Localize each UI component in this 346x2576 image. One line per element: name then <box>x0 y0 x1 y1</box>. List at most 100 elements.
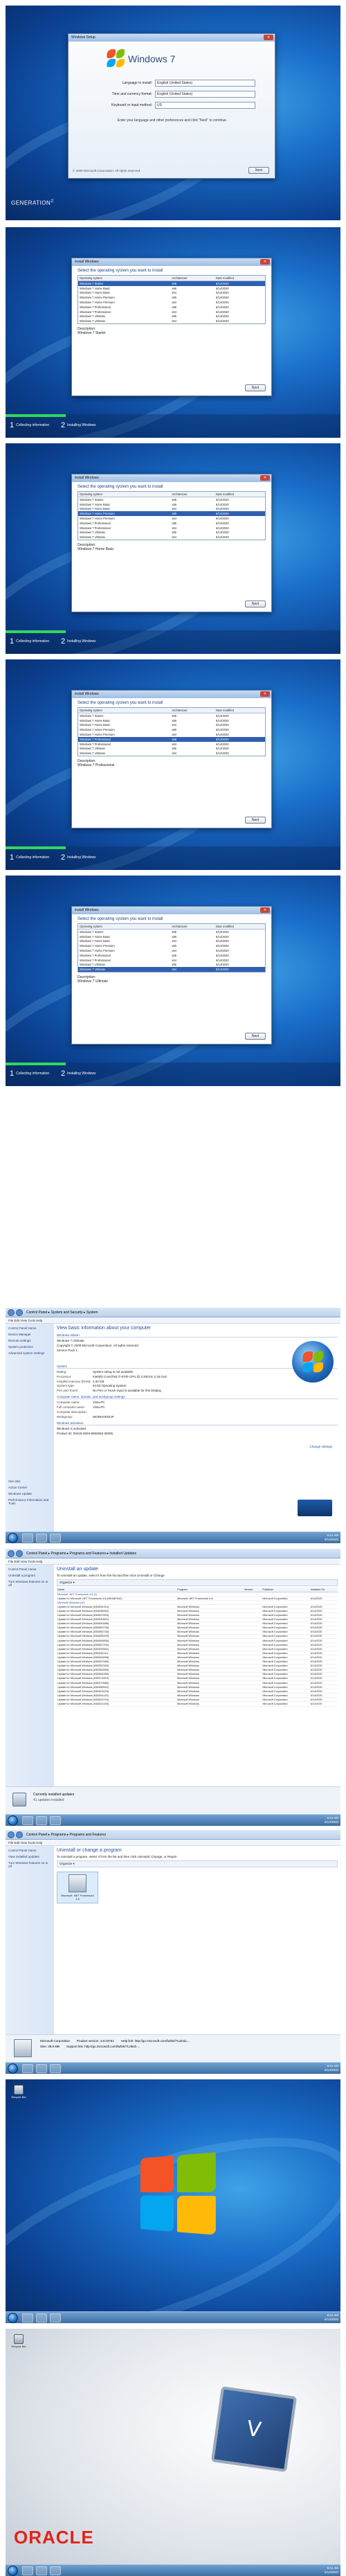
left-link[interactable]: Control Panel Home <box>8 1849 51 1852</box>
os-row[interactable]: Windows 7 Home Premium x86 6/14/2020 <box>78 943 266 948</box>
os-row[interactable]: Windows 7 Home Basic x64 6/14/2020 <box>78 291 266 296</box>
media-taskbar-icon[interactable] <box>50 1534 61 1543</box>
next-button[interactable]: Next <box>245 601 266 607</box>
address-bar[interactable]: Control Panel ▸ System and Security ▸ Sy… <box>6 1308 340 1317</box>
back-button[interactable] <box>8 1309 15 1316</box>
left-link[interactable]: Control Panel Home <box>8 1326 51 1330</box>
forward-button[interactable] <box>16 1309 23 1316</box>
os-row[interactable]: Windows 7 Professional x86 6/14/2020 <box>78 305 266 310</box>
ie-taskbar-icon[interactable] <box>22 1816 33 1825</box>
address-bar[interactable]: Control Panel ▸ Programs ▸ Programs and … <box>6 1830 340 1840</box>
back-button[interactable] <box>8 1550 15 1557</box>
left-link[interactable]: System protection <box>8 1345 51 1349</box>
os-row[interactable]: Windows 7 Professional x64 6/14/2020 <box>78 310 266 314</box>
explorer-taskbar-icon[interactable] <box>36 1534 47 1543</box>
os-row[interactable]: Windows 7 Ultimate x64 6/14/2020 <box>78 751 266 756</box>
recycle-bin-icon[interactable]: Recycle Bin <box>11 2085 26 2099</box>
system-tray-clock[interactable]: 9:41 AM 6/14/2020 <box>325 2566 338 2575</box>
os-row[interactable]: Windows 7 Ultimate x86 6/14/2020 <box>78 530 266 535</box>
close-button[interactable]: ✕ <box>260 475 270 481</box>
os-row[interactable]: Windows 7 Starter x86 6/14/2020 <box>78 713 266 718</box>
os-row[interactable]: Windows 7 Home Basic x86 6/14/2020 <box>78 934 266 939</box>
ie-taskbar-icon[interactable] <box>22 2313 33 2322</box>
close-button[interactable]: ✕ <box>260 907 270 913</box>
os-row[interactable]: Windows 7 Ultimate x64 6/14/2020 <box>78 967 266 972</box>
organize-button[interactable]: Organize ▾ <box>57 1579 338 1586</box>
os-row[interactable]: Windows 7 Home Basic x86 6/14/2020 <box>78 502 266 507</box>
next-button[interactable]: Next <box>245 1033 266 1040</box>
os-row[interactable]: Windows 7 Home Premium x86 6/14/2020 <box>78 727 266 732</box>
time-select[interactable]: English (United States) <box>155 91 255 98</box>
os-row[interactable]: Windows 7 Home Premium x86 6/14/2020 <box>78 511 266 517</box>
see-also-link[interactable]: Performance Information and Tools <box>8 1498 54 1505</box>
os-row[interactable]: Windows 7 Ultimate x86 6/14/2020 <box>78 962 266 967</box>
os-row[interactable]: Windows 7 Home Basic x86 6/14/2020 <box>78 718 266 723</box>
os-row[interactable]: Windows 7 Ultimate x64 6/14/2020 <box>78 535 266 540</box>
system-tray-clock[interactable]: 9:41 AM 6/14/2020 <box>325 1534 338 1542</box>
next-button[interactable]: Next <box>245 384 266 391</box>
kb-select[interactable]: US <box>155 102 255 109</box>
organize-button[interactable]: Organize ▾ <box>57 1860 338 1867</box>
start-button[interactable] <box>8 2063 18 2074</box>
os-row[interactable]: Windows 7 Home Premium x64 6/14/2020 <box>78 516 266 521</box>
system-tray-clock[interactable]: 9:41 AM 6/14/2020 <box>325 2064 338 2072</box>
os-row[interactable]: Windows 7 Home Premium x64 6/14/2020 <box>78 300 266 305</box>
system-tray-clock[interactable]: 9:41 AM 6/14/2020 <box>325 2313 338 2322</box>
ie-taskbar-icon[interactable] <box>22 2566 33 2575</box>
os-row[interactable]: Windows 7 Starter x86 6/14/2020 <box>78 497 266 502</box>
ie-taskbar-icon[interactable] <box>22 2064 33 2073</box>
back-button[interactable] <box>8 1831 15 1838</box>
next-button[interactable]: Next <box>248 167 269 174</box>
os-row[interactable]: Windows 7 Home Premium x64 6/14/2020 <box>78 948 266 953</box>
left-link[interactable]: Control Panel Home <box>8 1567 51 1571</box>
see-also-link[interactable]: Action Center <box>8 1486 54 1489</box>
os-row[interactable]: Windows 7 Professional x86 6/14/2020 <box>78 521 266 526</box>
os-row[interactable]: Windows 7 Starter x86 6/14/2020 <box>78 281 266 286</box>
start-button[interactable] <box>8 2566 18 2576</box>
explorer-taskbar-icon[interactable] <box>36 1816 47 1825</box>
forward-button[interactable] <box>16 1550 23 1557</box>
start-button[interactable] <box>8 1533 18 1543</box>
address-bar[interactable]: Control Panel ▸ Programs ▸ Programs and … <box>6 1549 340 1558</box>
media-taskbar-icon[interactable] <box>50 2313 61 2322</box>
left-link[interactable]: Uninstall a program <box>8 1574 51 1577</box>
os-row[interactable]: Windows 7 Home Basic x64 6/14/2020 <box>78 939 266 944</box>
close-button[interactable]: ✕ <box>260 259 270 265</box>
explorer-taskbar-icon[interactable] <box>36 2064 47 2073</box>
left-link[interactable]: Turn Windows features on or off <box>8 1861 51 1868</box>
start-button[interactable] <box>8 2313 18 2323</box>
os-row[interactable]: Windows 7 Home Premium x64 6/14/2020 <box>78 732 266 737</box>
os-row[interactable]: Windows 7 Starter x86 6/14/2020 <box>78 930 266 934</box>
os-row[interactable]: Windows 7 Home Basic x64 6/14/2020 <box>78 723 266 728</box>
os-row[interactable]: Windows 7 Professional x86 6/14/2020 <box>78 736 266 742</box>
os-row[interactable]: Windows 7 Ultimate x86 6/14/2020 <box>78 746 266 751</box>
os-row[interactable]: Windows 7 Ultimate x86 6/14/2020 <box>78 314 266 319</box>
os-row[interactable]: Windows 7 Ultimate x64 6/14/2020 <box>78 319 266 323</box>
system-tray-clock[interactable]: 9:41 AM 6/14/2020 <box>325 1816 338 1824</box>
left-link[interactable]: Remote settings <box>8 1339 51 1342</box>
close-button[interactable]: ✕ <box>260 691 270 697</box>
explorer-taskbar-icon[interactable] <box>36 2566 47 2575</box>
media-taskbar-icon[interactable] <box>50 1816 61 1825</box>
media-taskbar-icon[interactable] <box>50 2064 61 2073</box>
ie-taskbar-icon[interactable] <box>22 1534 33 1543</box>
os-row[interactable]: Windows 7 Home Basic x86 6/14/2020 <box>78 286 266 291</box>
left-link[interactable]: View installed updates <box>8 1855 51 1858</box>
start-button[interactable] <box>8 1815 18 1826</box>
left-link[interactable]: Device Manager <box>8 1333 51 1336</box>
os-row[interactable]: Windows 7 Professional x64 6/14/2020 <box>78 742 266 747</box>
os-row[interactable]: Windows 7 Home Premium x86 6/14/2020 <box>78 295 266 300</box>
os-row[interactable]: Windows 7 Professional x86 6/14/2020 <box>78 953 266 958</box>
update-row[interactable]: Update for Microsoft Windows (KB2621440)… <box>57 1701 338 1707</box>
os-row[interactable]: Windows 7 Professional x64 6/14/2020 <box>78 958 266 963</box>
forward-button[interactable] <box>16 1831 23 1838</box>
recycle-bin-icon[interactable]: Recycle Bin <box>11 2334 26 2348</box>
explorer-taskbar-icon[interactable] <box>36 2313 47 2322</box>
os-row[interactable]: Windows 7 Home Basic x64 6/14/2020 <box>78 507 266 512</box>
left-link[interactable]: Turn Windows features on or off <box>8 1580 51 1587</box>
program-tile[interactable]: Microsoft .NET Framework 4.8 <box>57 1872 98 1903</box>
lang-select[interactable]: English (United States) <box>155 80 255 87</box>
os-row[interactable]: Windows 7 Professional x64 6/14/2020 <box>78 526 266 531</box>
left-link[interactable]: Advanced system settings <box>8 1351 51 1355</box>
see-also-link[interactable]: Windows Update <box>8 1492 54 1495</box>
